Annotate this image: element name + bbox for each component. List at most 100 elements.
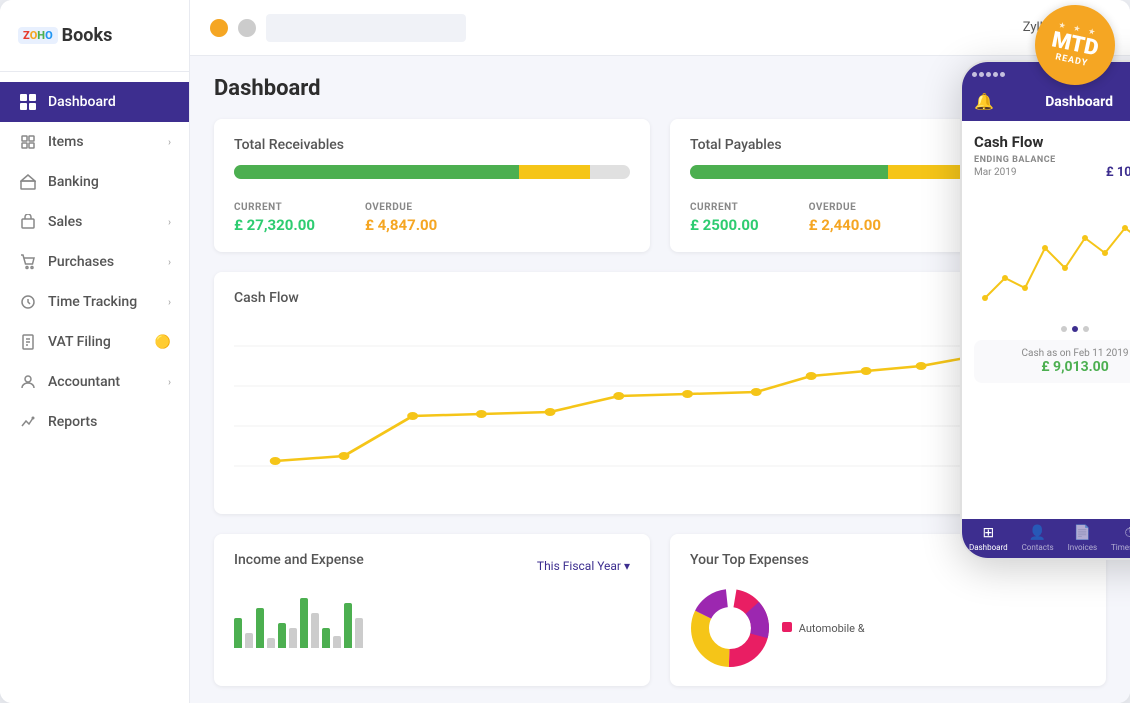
- receivables-yellow-bar: [519, 165, 590, 179]
- tag-icon: [18, 132, 38, 152]
- sidebar-item-vat-filing[interactable]: VAT Filing 🟡: [0, 322, 189, 362]
- mtd-badge: ★ ★ ★ MTD READY: [1035, 5, 1125, 95]
- top-bar: Zylker ▾: [190, 0, 1130, 56]
- bar-5: [278, 623, 286, 648]
- phone-chart-svg: [974, 188, 1130, 318]
- phone-header-title: Dashboard: [1045, 94, 1113, 110]
- phone-ending-row: Mar 2019 £ 10,975.00: [974, 165, 1130, 180]
- payables-overdue-amount: £ 2,440.00: [809, 216, 881, 234]
- sidebar-item-dashboard-label: Dashboard: [48, 94, 171, 110]
- cash-flow-svg: Cash as o Cash as o: [234, 316, 1086, 496]
- payables-overdue: OVERDUE £ 2,440.00: [809, 195, 881, 234]
- phone-ending-amount: £ 10,975.00: [1106, 165, 1130, 180]
- phone-nav-contacts-label: Contacts: [1022, 543, 1054, 552]
- receivables-current-amount: £ 27,320.00: [234, 216, 315, 234]
- sidebar-item-time-tracking-label: Time Tracking: [48, 294, 168, 310]
- phone-nav-invoices-label: Invoices: [1068, 543, 1097, 552]
- donut-chart: [690, 588, 770, 668]
- sidebar-item-sales-label: Sales: [48, 214, 168, 230]
- cart-icon: [18, 252, 38, 272]
- fiscal-year-button[interactable]: This Fiscal Year ▾: [537, 559, 630, 573]
- page-dot-2: [1072, 326, 1078, 332]
- legend-automobile: Automobile &: [782, 622, 865, 635]
- phone-chart: [974, 188, 1130, 318]
- receivables-progress-bar: [234, 165, 630, 179]
- bar-4: [267, 638, 275, 648]
- grid-icon: [18, 92, 38, 112]
- chevron-right-icon-sales: ›: [168, 217, 171, 228]
- app-name: Books: [62, 25, 113, 46]
- sidebar-item-purchases-label: Purchases: [48, 254, 168, 270]
- phone-nav-timesheet-label: Timesheet: [1111, 543, 1130, 552]
- chart-icon: [18, 412, 38, 432]
- total-receivables-title: Total Receivables: [234, 137, 630, 153]
- phone-signal-dots: [972, 72, 1005, 77]
- cash-flow-chart: Cash as o Cash as o: [234, 316, 1086, 496]
- bar-9: [322, 628, 330, 648]
- top-bar-search-bar: [266, 14, 466, 42]
- income-expense-card: Income and Expense This Fiscal Year ▾: [214, 534, 650, 686]
- phone-body: Cash Flow ENDING BALANCE Mar 2019 £ 10,9…: [962, 121, 1130, 403]
- clock-icon: [18, 292, 38, 312]
- cash-flow-title: Cash Flow: [234, 290, 1086, 306]
- page-dot-1: [1061, 326, 1067, 332]
- payables-green-bar: [690, 165, 888, 179]
- main-content: Zylker ▾ Dashboard Total Receivables: [190, 0, 1130, 703]
- bar-11: [344, 603, 352, 648]
- top-expenses-donut: Automobile &: [690, 588, 1086, 668]
- phone-nav-invoices[interactable]: 📄 Invoices: [1068, 525, 1097, 552]
- payables-current-amount: £ 2500.00: [690, 216, 759, 234]
- sidebar-item-sales[interactable]: Sales ›: [0, 202, 189, 242]
- doc-icon: [18, 332, 38, 352]
- bag-icon: [18, 212, 38, 232]
- phone-nav-contacts[interactable]: 👤 Contacts: [1022, 525, 1054, 552]
- sidebar-item-time-tracking[interactable]: Time Tracking ›: [0, 282, 189, 322]
- payables-overdue-label: OVERDUE: [809, 202, 857, 213]
- sidebar-item-banking[interactable]: Banking: [0, 162, 189, 202]
- signal-dot-3: [986, 72, 991, 77]
- person-icon: [18, 372, 38, 392]
- sidebar-item-accountant-label: Accountant: [48, 374, 168, 390]
- logo-area: ZOHO Books: [0, 0, 189, 72]
- sidebar-item-dashboard[interactable]: Dashboard: [0, 82, 189, 122]
- sidebar-item-purchases[interactable]: Purchases ›: [0, 242, 189, 282]
- signal-dot-5: [1000, 72, 1005, 77]
- phone-cashflow-title: Cash Flow: [974, 133, 1130, 151]
- sidebar-item-reports[interactable]: Reports: [0, 402, 189, 442]
- page-dot-3: [1083, 326, 1089, 332]
- phone-nav-dashboard[interactable]: ⊞ Dashboard: [969, 525, 1008, 552]
- income-expense-header: Income and Expense This Fiscal Year ▾: [234, 552, 630, 580]
- phone-bottom-nav: ⊞ Dashboard 👤 Contacts 📄 Invoices ⏱ Time…: [962, 519, 1130, 558]
- top-bar-circle-yellow: [210, 19, 228, 37]
- receivables-amounts: CURRENT £ 27,320.00 OVERDUE £ 4,847.00: [234, 195, 630, 234]
- signal-dot-1: [972, 72, 977, 77]
- chevron-right-icon-purchases: ›: [168, 257, 171, 268]
- receivables-overdue-label: OVERDUE: [365, 202, 413, 213]
- phone-nav-timesheet-icon: ⏱: [1124, 525, 1130, 541]
- bar-2: [245, 633, 253, 648]
- receivables-current: CURRENT £ 27,320.00: [234, 195, 315, 234]
- top-bar-circle-gray: [238, 19, 256, 37]
- income-expense-title: Income and Expense: [234, 552, 364, 568]
- signal-dot-2: [979, 72, 984, 77]
- bar-12: [355, 618, 363, 648]
- payables-current: CURRENT £ 2500.00: [690, 195, 759, 234]
- chevron-right-icon-time: ›: [168, 297, 171, 308]
- bar-3: [256, 608, 264, 648]
- phone-nav-timesheet[interactable]: ⏱ Timesheet: [1111, 525, 1130, 552]
- sidebar-item-items[interactable]: Items ›: [0, 122, 189, 162]
- phone-ending-balance-label: ENDING BALANCE: [974, 155, 1130, 165]
- sidebar-item-accountant[interactable]: Accountant ›: [0, 362, 189, 402]
- bar-1: [234, 618, 242, 648]
- receivables-overdue-amount: £ 4,847.00: [365, 216, 437, 234]
- phone-cash-amount: £ 9,013.00: [984, 359, 1130, 375]
- receivables-overdue: OVERDUE £ 4,847.00: [365, 195, 437, 234]
- sidebar-item-banking-label: Banking: [48, 174, 171, 190]
- bar-10: [333, 636, 341, 648]
- zoho-badge: ZOHO: [18, 27, 58, 44]
- phone-nav-invoices-icon: 📄: [1074, 525, 1091, 541]
- sidebar: ZOHO Books Dashboard: [0, 0, 190, 703]
- sidebar-item-vat-filing-label: VAT Filing: [48, 334, 151, 350]
- phone-bell-icon[interactable]: 🔔: [974, 92, 994, 111]
- income-expense-bars: [234, 588, 630, 648]
